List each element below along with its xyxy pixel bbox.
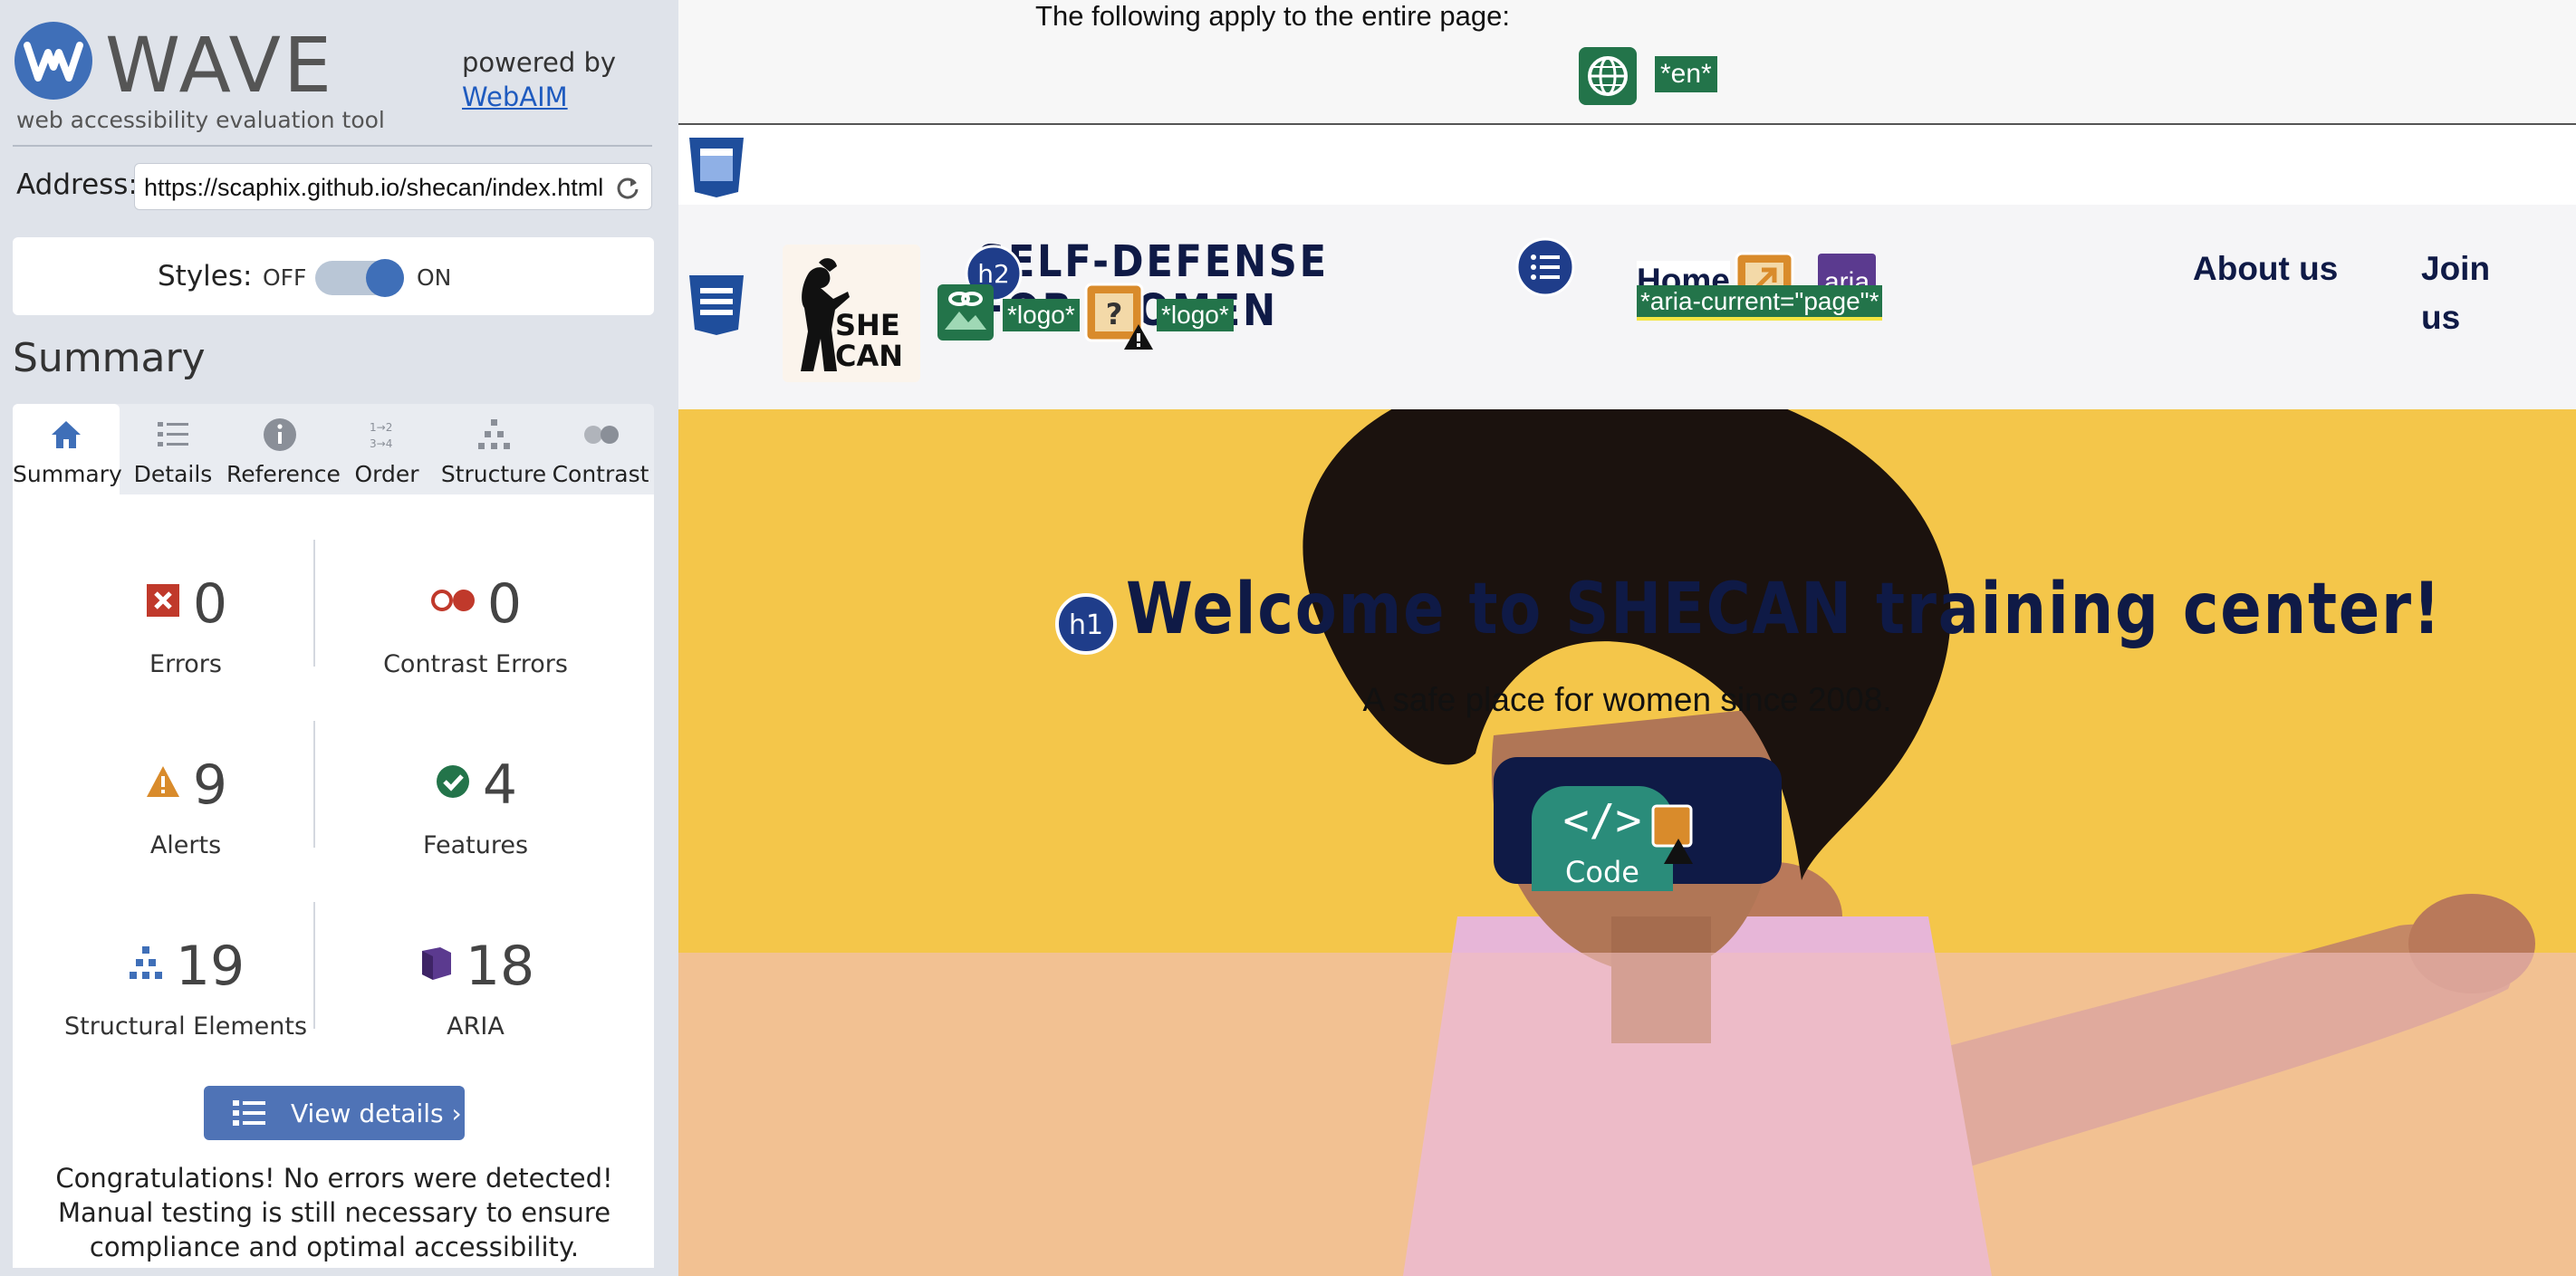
stat-count: 0 <box>486 572 523 636</box>
congrats-message: Congratulations! No errors were detected… <box>55 1163 613 1262</box>
styles-off-label: OFF <box>263 264 307 291</box>
summary-heading: Summary <box>13 335 206 381</box>
structure-icon <box>129 946 162 979</box>
code-label: Code <box>1565 855 1639 889</box>
tab-reference[interactable]: Reference <box>226 404 341 494</box>
tab-bar: Summary Details Reference 1→2 3→4 Order <box>13 404 654 494</box>
tab-label: Reference <box>226 461 341 487</box>
hero-subtitle: A safe place for women since 2008. <box>1362 681 1892 718</box>
stat-label: ARIA <box>447 1012 505 1041</box>
banner-text: The following apply to the entire page: <box>1035 0 1510 32</box>
tab-order[interactable]: 1→2 3→4 Order <box>333 404 440 494</box>
svg-text:1→2: 1→2 <box>370 421 392 434</box>
nav-list-icon[interactable] <box>1515 237 1575 297</box>
hero-overlay <box>678 953 2576 1276</box>
tab-contrast[interactable]: Contrast <box>547 404 654 494</box>
view-details-label: View details › <box>291 1099 462 1128</box>
stat-contrast-errors[interactable]: 0 Contrast Errors <box>335 572 616 726</box>
styles-toggle-knob[interactable] <box>366 259 404 297</box>
h1-heading-badge[interactable]: h1 <box>1054 592 1118 656</box>
contrast-error-icon <box>430 590 475 611</box>
summary-panel: 0 Errors 0 Contrast Errors 9 Alerts 4 Fe… <box>13 494 654 1268</box>
aria-current-label: *aria-current="page"* <box>1637 285 1883 321</box>
language-tag: *en* <box>1655 56 1717 92</box>
stat-label: Errors <box>149 650 222 678</box>
stat-structural[interactable]: 19 Structural Elements <box>45 935 326 1089</box>
page-level-banner: The following apply to the entire page: … <box>678 0 2576 125</box>
code-view-icon[interactable]: </> Code <box>1530 782 1695 891</box>
list-icon <box>158 422 188 446</box>
sidebar-divider <box>13 145 652 147</box>
logo-alt-tag: *logo* <box>1003 299 1080 331</box>
stat-aria[interactable]: 18 ARIA <box>335 935 616 1089</box>
address-input[interactable]: https://scaphix.github.io/shecan/index.h… <box>134 163 652 210</box>
stat-count: 19 <box>175 935 245 998</box>
stat-label: Structural Elements <box>63 1012 308 1041</box>
language-globe-icon[interactable] <box>1579 47 1637 105</box>
error-icon <box>146 584 179 617</box>
svg-text:</>: </> <box>1563 795 1642 846</box>
tab-summary[interactable]: Summary <box>13 404 122 494</box>
stat-errors[interactable]: 0 Errors <box>45 572 326 726</box>
hero-title: Welcome to SHECAN training center! <box>1126 569 2443 650</box>
nav-link-about[interactable]: About us <box>2193 245 2374 293</box>
info-icon <box>264 418 296 451</box>
powered-by-label: powered by <box>462 47 617 78</box>
tab-label: Contrast <box>552 461 649 487</box>
wave-sidebar: WAVE web accessibility evaluation tool p… <box>0 0 678 1276</box>
wave-title: WAVE <box>105 21 335 110</box>
stat-label: Features <box>422 831 529 859</box>
h1-badge-label: h1 <box>1069 609 1103 641</box>
nav-link-join[interactable]: Join us <box>2421 245 2530 342</box>
webaim-link[interactable]: WebAIM <box>462 82 568 112</box>
linked-image-icon[interactable] <box>936 283 995 342</box>
tab-label: Summary <box>13 461 122 487</box>
stat-count: 18 <box>465 935 535 998</box>
stat-alerts[interactable]: 9 Alerts <box>45 753 326 907</box>
alert-icon <box>146 766 179 797</box>
wave-tagline: web accessibility evaluation tool <box>16 107 385 133</box>
stat-count: 4 <box>482 753 518 817</box>
view-details-button[interactable]: View details › <box>204 1086 465 1140</box>
styles-panel: Styles: OFF ON <box>13 237 654 315</box>
address-label: Address: <box>16 168 138 201</box>
home-icon <box>52 421 81 448</box>
svg-text:3→4: 3→4 <box>370 437 392 450</box>
stat-features[interactable]: 4 Features <box>335 753 616 907</box>
aria-cube-icon <box>421 947 451 980</box>
tab-label: Details <box>133 461 213 487</box>
header-region-icon[interactable] <box>686 273 747 337</box>
tab-label: Order <box>354 461 419 487</box>
feature-check-icon <box>436 765 469 798</box>
list-icon <box>233 1100 265 1126</box>
region-icon[interactable] <box>686 136 747 199</box>
reload-icon[interactable] <box>615 175 640 200</box>
styles-toggle[interactable] <box>315 259 404 297</box>
order-icon: 1→2 3→4 <box>370 421 392 450</box>
alert-suspicious-alt-icon[interactable]: ? <box>1084 283 1155 353</box>
aria-current-tag: *aria-current="page"* <box>1637 268 1945 335</box>
wave-logo-icon <box>14 22 92 100</box>
tab-details[interactable]: Details <box>120 404 226 494</box>
structure-icon <box>478 419 510 449</box>
logo-text: SHE CAN <box>835 308 904 373</box>
site-logo[interactable]: SHE CAN <box>783 245 920 382</box>
tab-label: Structure <box>440 461 547 487</box>
svg-text:?: ? <box>1106 297 1123 331</box>
styles-label: Styles: <box>158 260 253 293</box>
stat-count: 0 <box>192 572 228 636</box>
stat-label: Contrast Errors <box>383 650 568 678</box>
styles-on-label: ON <box>417 264 452 291</box>
logo-alt-tag: *logo* <box>1157 299 1234 331</box>
powered-by: powered by WebAIM <box>462 45 616 114</box>
stat-count: 9 <box>192 753 228 817</box>
evaluated-page: The following apply to the entire page: … <box>678 0 2576 1276</box>
address-value[interactable]: https://scaphix.github.io/shecan/index.h… <box>144 174 603 202</box>
contrast-icon <box>584 426 619 444</box>
stat-label: Alerts <box>149 831 222 859</box>
tab-structure[interactable]: Structure <box>440 404 547 494</box>
